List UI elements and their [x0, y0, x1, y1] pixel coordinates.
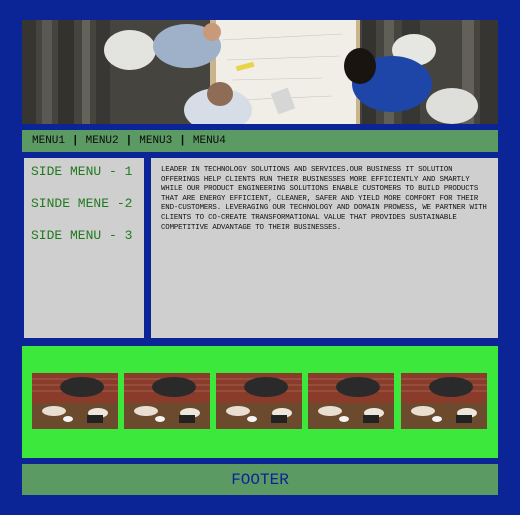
gallery-image[interactable]	[32, 373, 118, 429]
main-content: LEADER IN TECHNOLOGY SOLUTIONS AND SERVI…	[151, 158, 498, 338]
image-gallery	[22, 346, 498, 458]
nav-separator: |	[125, 135, 133, 147]
footer: FOOTER	[22, 464, 498, 495]
side-menu-item-1[interactable]: SIDE MENU - 1	[31, 164, 144, 180]
gallery-image[interactable]	[216, 373, 302, 429]
nav-item-menu4[interactable]: MENU4	[193, 135, 226, 147]
nav-separator: |	[72, 135, 79, 147]
gallery-image[interactable]	[124, 373, 210, 429]
gallery-image[interactable]	[308, 373, 394, 429]
top-nav: MENU1 | MENU2 | MENU3 | MENU4	[22, 130, 498, 152]
nav-separator: |	[179, 135, 186, 147]
content-paragraph: LEADER IN TECHNOLOGY SOLUTIONS AND SERVI…	[161, 166, 487, 232]
side-menu: SIDE MENU - 1 SINDE MENE -2 SIDE MENU - …	[24, 158, 144, 338]
footer-label: FOOTER	[231, 470, 289, 489]
side-menu-item-3[interactable]: SIDE MENU - 3	[31, 228, 144, 244]
side-menu-item-2[interactable]: SINDE MENE -2	[31, 196, 144, 212]
nav-item-menu2[interactable]: MENU2	[86, 135, 119, 147]
gallery-image[interactable]	[401, 373, 487, 429]
nav-item-menu1[interactable]: MENU1	[32, 135, 65, 147]
banner-image	[22, 20, 498, 124]
nav-item-menu3[interactable]: MENU3	[139, 135, 172, 147]
